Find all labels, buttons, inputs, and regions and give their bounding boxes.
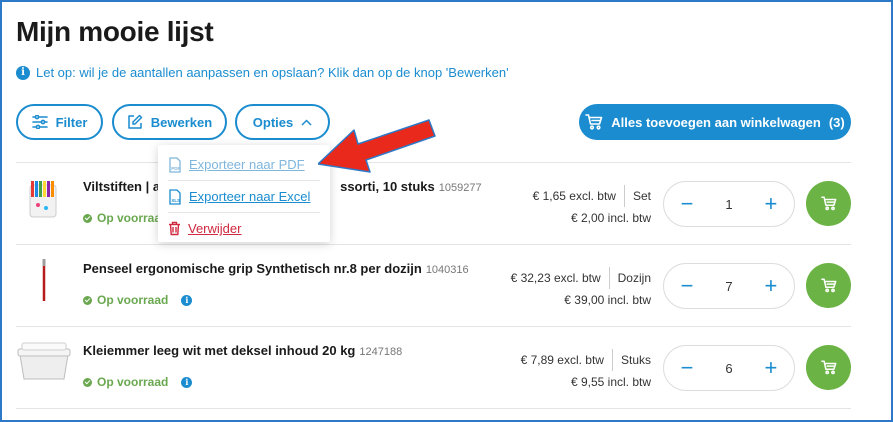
cart-icon — [820, 278, 836, 293]
pdf-file-icon: PDF — [169, 156, 181, 173]
quantity-stepper: − 6 + — [663, 345, 795, 391]
product-sku: 1040316 — [425, 264, 469, 276]
price-block: € 1,65 excl. btw Set € 2,00 incl. btw — [533, 185, 651, 229]
check-circle-icon — [83, 377, 92, 387]
stock-status: Op voorraad — [83, 211, 168, 225]
add-to-cart-button[interactable] — [806, 263, 851, 308]
price-incl: € 2,00 incl. btw — [570, 211, 651, 225]
price-unit: Set — [623, 185, 651, 207]
decrease-button[interactable]: − — [678, 193, 696, 215]
edit-button[interactable]: Bewerken — [112, 104, 227, 140]
cart-icon — [820, 360, 836, 375]
edit-icon — [128, 114, 143, 129]
stock-status: Op voorraad i — [83, 293, 193, 307]
price-excl: € 1,65 excl. btw — [532, 189, 616, 203]
decrease-button[interactable]: − — [678, 275, 696, 297]
check-circle-icon — [83, 295, 92, 305]
xls-file-icon: XLS — [169, 188, 181, 205]
price-incl: € 39,00 incl. btw — [564, 293, 651, 307]
filter-label: Filter — [55, 114, 88, 130]
product-sku: 1247188 — [359, 346, 403, 358]
export-pdf-menu-item[interactable]: PDF Exporteer naar PDF — [168, 151, 320, 178]
add-to-cart-button[interactable] — [806, 345, 851, 390]
divider — [16, 408, 851, 409]
filter-button[interactable]: Filter — [16, 104, 103, 140]
options-button[interactable]: Opties — [235, 104, 330, 140]
notice-text: Let op: wil je de aantallen aanpassen en… — [36, 65, 509, 80]
product-row: Kleiemmer leeg wit met deksel inhoud 20 … — [16, 327, 851, 409]
page-title: Mijn mooie lijst — [16, 16, 214, 47]
bucket-product-image — [17, 342, 71, 380]
add-all-label: Alles toevoegen aan winkelwagen — [611, 114, 821, 130]
product-row: Penseel ergonomische grip Synthetisch nr… — [16, 245, 851, 327]
svg-text:PDF: PDF — [171, 166, 180, 171]
price-excl: € 32,23 excl. btw — [510, 271, 601, 285]
decrease-button[interactable]: − — [678, 357, 696, 379]
export-excel-menu-item[interactable]: XLS Exporteer naar Excel — [168, 183, 320, 210]
trash-icon — [169, 221, 180, 236]
add-all-count: (3) — [828, 114, 845, 130]
info-icon[interactable]: i — [181, 376, 193, 388]
price-incl: € 9,55 incl. btw — [570, 375, 651, 389]
check-circle-icon — [83, 213, 92, 223]
sliders-icon — [31, 115, 48, 129]
annotation-arrow — [318, 119, 436, 173]
cart-icon — [585, 114, 603, 130]
increase-button[interactable]: + — [762, 193, 780, 215]
menu-separator — [168, 180, 320, 181]
increase-button[interactable]: + — [762, 275, 780, 297]
quantity-value[interactable]: 6 — [725, 361, 732, 376]
quantity-value[interactable]: 7 — [725, 279, 732, 294]
chevron-up-icon — [301, 118, 312, 126]
product-name[interactable]: Kleiemmer leeg wit met deksel inhoud 20 … — [83, 343, 402, 358]
price-block: € 32,23 excl. btw Dozijn € 39,00 incl. bt… — [511, 267, 651, 311]
price-excl: € 7,89 excl. btw — [520, 353, 604, 367]
options-label: Opties — [252, 114, 294, 130]
svg-text:XLS: XLS — [171, 198, 180, 203]
markers-product-image — [29, 181, 57, 218]
cart-icon — [820, 196, 836, 211]
add-to-cart-button[interactable] — [806, 181, 851, 226]
info-icon[interactable]: i — [181, 294, 193, 306]
product-name[interactable]: Penseel ergonomische grip Synthetisch nr… — [83, 261, 469, 276]
edit-label: Bewerken — [150, 114, 213, 130]
stock-status: Op voorraad i — [83, 375, 193, 389]
price-block: € 7,89 excl. btw Stuks € 9,55 incl. btw — [521, 349, 651, 393]
increase-button[interactable]: + — [762, 357, 780, 379]
delete-menu-item[interactable]: Verwijder — [168, 215, 320, 242]
quantity-value[interactable]: 1 — [725, 197, 732, 212]
options-dropdown-menu: PDF Exporteer naar PDF XLS Exporteer naa… — [158, 145, 330, 242]
price-unit: Stuks — [611, 349, 651, 371]
quantity-stepper: − 7 + — [663, 263, 795, 309]
quantity-stepper: − 1 + — [663, 181, 795, 227]
info-icon: i — [16, 65, 30, 80]
product-sku: 1059277 — [438, 182, 482, 194]
brush-product-image — [42, 259, 46, 301]
edit-notice: i Let op: wil je de aantallen aanpassen … — [16, 65, 509, 80]
menu-separator — [168, 212, 320, 213]
add-all-to-cart-button[interactable]: Alles toevoegen aan winkelwagen (3) — [579, 104, 851, 140]
price-unit: Dozijn — [608, 267, 651, 289]
